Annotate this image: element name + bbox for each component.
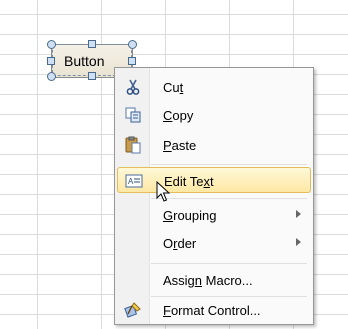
menu-item-label: Grouping bbox=[163, 208, 217, 223]
edit-text-icon: A bbox=[124, 172, 144, 190]
paste-icon bbox=[123, 136, 143, 154]
submenu-arrow-icon bbox=[296, 238, 301, 246]
menu-item-edit-text[interactable]: A Edit Text bbox=[117, 167, 311, 193]
menu-item-label: Edit Text bbox=[164, 174, 214, 189]
format-control-icon bbox=[123, 301, 143, 319]
resize-handle-right[interactable] bbox=[128, 57, 136, 65]
menu-item-copy[interactable]: Copy bbox=[117, 102, 311, 128]
menu-item-order[interactable]: Order bbox=[117, 230, 311, 256]
menu-item-cut[interactable]: Cut bbox=[117, 74, 311, 100]
menu-item-paste[interactable]: Paste bbox=[117, 132, 311, 158]
menu-separator bbox=[151, 164, 307, 165]
svg-text:A: A bbox=[128, 177, 134, 186]
resize-handle-top-left[interactable] bbox=[47, 40, 56, 49]
menu-item-format-control[interactable]: Format Control... bbox=[117, 297, 311, 323]
scissors-icon bbox=[123, 78, 143, 96]
submenu-arrow-icon bbox=[296, 210, 301, 218]
menu-separator bbox=[151, 198, 307, 199]
menu-item-label: Format Control... bbox=[163, 303, 261, 318]
resize-handle-top-right[interactable] bbox=[128, 40, 137, 49]
resize-handle-bottom-left[interactable] bbox=[47, 72, 56, 81]
menu-item-grouping[interactable]: Grouping bbox=[117, 202, 311, 228]
context-menu: Cut Copy Paste A Edit Text Grouping Orde… bbox=[114, 67, 314, 325]
menu-item-label: Order bbox=[163, 236, 197, 251]
copy-icon bbox=[123, 106, 143, 124]
menu-item-label: Assign Macro... bbox=[163, 273, 253, 288]
resize-handle-top[interactable] bbox=[88, 40, 96, 48]
menu-item-label: Paste bbox=[163, 138, 197, 153]
menu-separator bbox=[151, 263, 307, 264]
resize-handle-bottom[interactable] bbox=[88, 72, 96, 80]
resize-handle-left[interactable] bbox=[47, 57, 55, 65]
menu-item-label: Cut bbox=[163, 80, 184, 95]
mouse-pointer-icon bbox=[156, 181, 170, 202]
menu-item-label: Copy bbox=[163, 108, 194, 123]
menu-item-assign-macro[interactable]: Assign Macro... bbox=[117, 267, 311, 293]
